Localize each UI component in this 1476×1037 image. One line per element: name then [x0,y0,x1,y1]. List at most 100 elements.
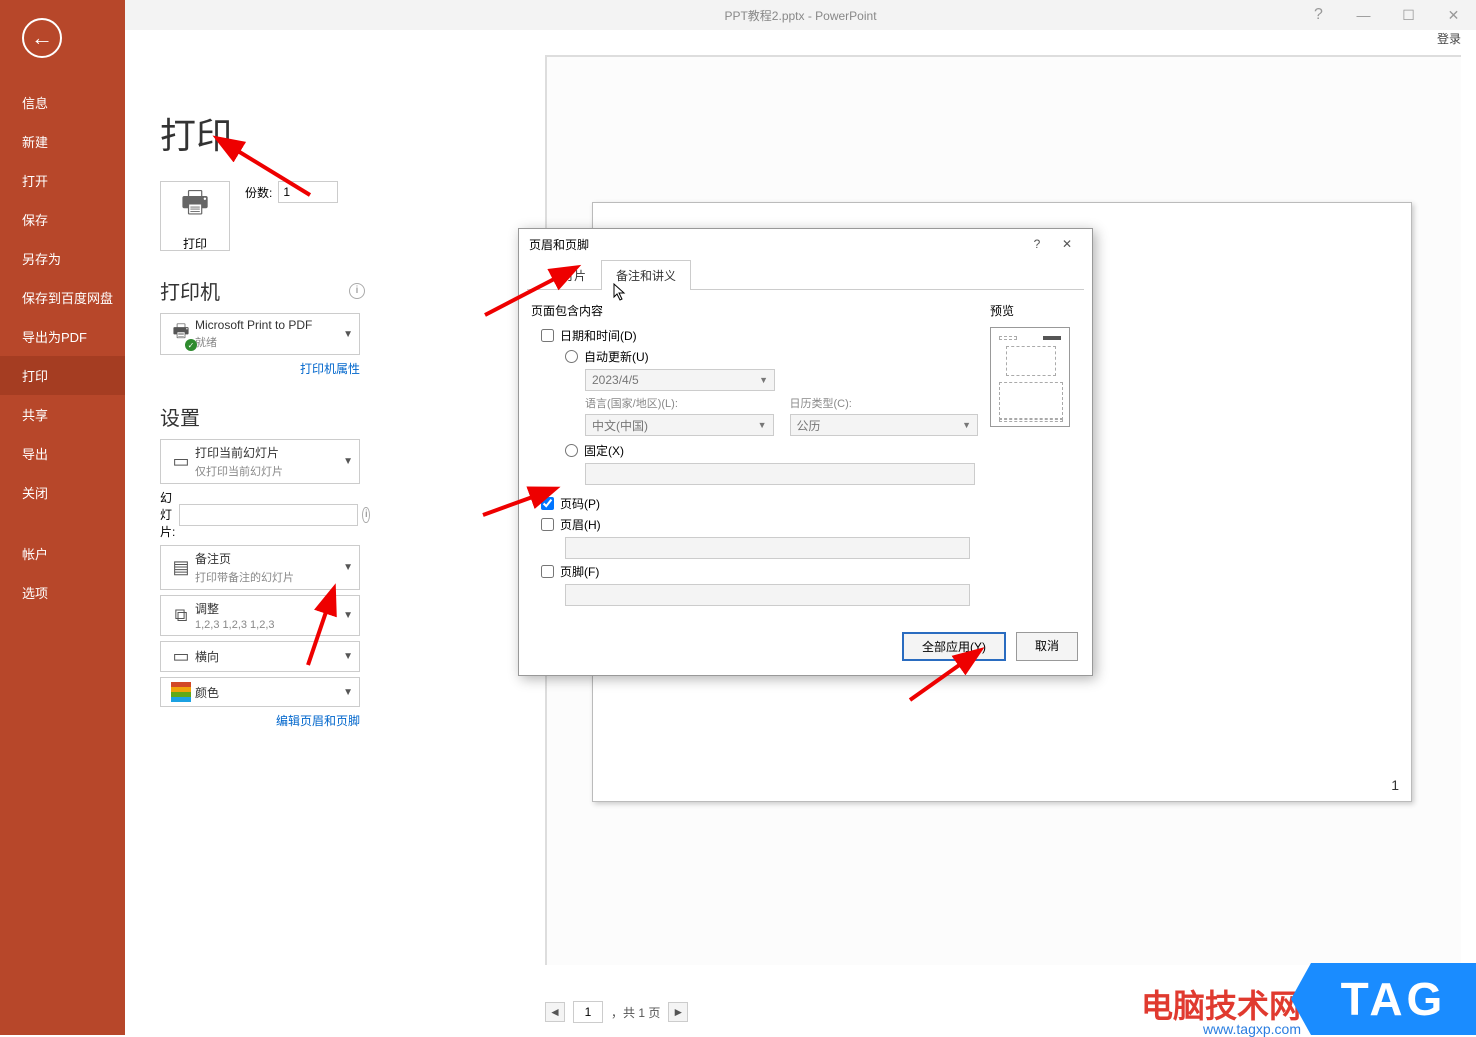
print-button[interactable]: 🖶 打印 [160,181,230,251]
chevron-down-icon: ▼ [343,651,353,662]
fixed-label: 固定(X) [584,442,624,459]
print-range-line1: 打印当前幻灯片 [195,444,343,461]
fixed-radio[interactable] [565,444,578,457]
settings-section-header: 设置 [160,402,365,431]
help-button[interactable]: ? [1296,0,1341,30]
page-number-label: 页码(P) [560,495,600,512]
chevron-down-icon: ▼ [343,687,353,698]
fixed-date-input[interactable] [585,463,975,485]
orientation-dropdown[interactable]: ▭ 横向 ▼ [160,641,360,672]
slides-icon: ▭ [167,451,195,472]
sidebar-item-save[interactable]: 保存 [0,200,125,239]
total-pages-label: ，共 1 页 [611,1004,660,1021]
collate-icon: ⧉ [167,605,195,626]
next-page-button[interactable]: ► [668,1002,688,1022]
printer-section-title: 打印机 [160,276,220,305]
sidebar-item-export[interactable]: 导出 [0,434,125,473]
header-footer-dialog: 页眉和页脚 ? ✕ 幻灯片 备注和讲义 页面包含内容 日期和时间(D) 自动更新… [518,228,1093,676]
back-button[interactable]: ← [22,18,62,58]
datetime-checkbox[interactable] [541,329,554,342]
sidebar-item-print[interactable]: 打印 [0,356,125,395]
layout-line1: 备注页 [195,550,343,567]
notes-page-icon: ▤ [167,557,195,578]
printer-device-icon: 🖶✓ [167,319,195,349]
dialog-title: 页眉和页脚 [529,236,589,253]
slides-input[interactable] [179,504,358,526]
collate-line2: 1,2,3 1,2,3 1,2,3 [195,619,343,631]
color-dropdown[interactable]: 颜色 ▼ [160,677,360,707]
sidebar-item-baidu[interactable]: 保存到百度网盘 [0,278,125,317]
calendar-dropdown[interactable]: 公历 ▼ [790,414,979,436]
layout-line2: 打印带备注的幻灯片 [195,569,343,585]
dialog-close-button[interactable]: ✕ [1052,237,1082,251]
title-bar: PPT教程2.pptx - PowerPoint ? ― ☐ ✕ [125,0,1476,30]
dialog-help-button[interactable]: ? [1022,237,1052,251]
page-number-checkbox[interactable] [541,497,554,510]
tab-slide[interactable]: 幻灯片 [535,260,601,290]
sidebar-item-open[interactable]: 打开 [0,161,125,200]
chevron-down-icon: ▼ [343,329,353,340]
chevron-down-icon: ▼ [343,562,353,573]
collate-dropdown[interactable]: ⧉ 调整 1,2,3 1,2,3 1,2,3 ▼ [160,595,360,636]
close-window-button[interactable]: ✕ [1431,0,1476,30]
calendar-label: 日历类型(C): [790,395,979,411]
group-label: 页面包含内容 [531,302,978,319]
collate-line1: 调整 [195,600,343,617]
preview-label: 预览 [990,302,1080,319]
minimize-button[interactable]: ― [1341,0,1386,30]
language-value: 中文(中国) [592,417,648,434]
sidebar-item-exportpdf[interactable]: 导出为PDF [0,317,125,356]
auto-update-radio[interactable] [565,350,578,363]
copies-label: 份数: [245,184,272,201]
orientation-line1: 横向 [195,648,343,665]
watermark-tag: TAG [1311,963,1476,1035]
footer-label: 页脚(F) [560,563,599,580]
page-navigation: ◄ ，共 1 页 ► [545,1001,688,1023]
current-page-input[interactable] [573,1001,603,1023]
maximize-button[interactable]: ☐ [1386,0,1431,30]
sidebar-item-new[interactable]: 新建 [0,122,125,161]
orientation-icon: ▭ [167,646,195,667]
printer-icon: 🖶 [181,180,209,231]
print-range-line2: 仅打印当前幻灯片 [195,463,343,479]
apply-all-button[interactable]: 全部应用(Y) [902,632,1006,661]
chevron-down-icon: ▼ [758,420,767,430]
slides-label: 幻灯片: [160,489,175,540]
cursor-icon [613,283,629,306]
language-dropdown[interactable]: 中文(中国) ▼ [585,414,774,436]
print-button-label: 打印 [183,235,207,252]
color-icon [167,682,195,702]
copies-input[interactable] [278,181,338,203]
settings-section-title: 设置 [160,402,200,431]
info-icon[interactable]: i [349,283,365,299]
sidebar-item-saveas[interactable]: 另存为 [0,239,125,278]
sidebar-item-info[interactable]: 信息 [0,83,125,122]
edit-header-footer-link[interactable]: 编辑页眉和页脚 [160,712,360,729]
auto-update-label: 自动更新(U) [584,348,649,365]
header-input[interactable] [565,537,970,559]
sidebar-item-close[interactable]: 关闭 [0,473,125,512]
datetime-label: 日期和时间(D) [560,327,637,344]
footer-input[interactable] [565,584,970,606]
preview-page-number: 1 [1391,777,1399,793]
header-checkbox[interactable] [541,518,554,531]
chevron-down-icon: ▼ [759,375,768,385]
chevron-down-icon: ▼ [343,610,353,621]
sidebar-item-share[interactable]: 共享 [0,395,125,434]
layout-dropdown[interactable]: ▤ 备注页 打印带备注的幻灯片 ▼ [160,545,360,590]
info-icon[interactable]: i [362,507,370,523]
printer-status: 就绪 [195,334,343,350]
date-format-dropdown[interactable]: 2023/4/5 ▼ [585,369,775,391]
print-range-dropdown[interactable]: ▭ 打印当前幻灯片 仅打印当前幻灯片 ▼ [160,439,360,484]
login-link[interactable]: 登录 [125,30,1476,52]
window-title: PPT教程2.pptx - PowerPoint [724,7,876,24]
sidebar-item-account[interactable]: 帐户 [0,534,125,573]
cancel-button[interactable]: 取消 [1016,632,1078,661]
prev-page-button[interactable]: ◄ [545,1002,565,1022]
printer-properties-link[interactable]: 打印机属性 [160,360,360,377]
footer-checkbox[interactable] [541,565,554,578]
header-label: 页眉(H) [560,516,601,533]
sidebar-item-options[interactable]: 选项 [0,573,125,612]
printer-dropdown[interactable]: 🖶✓ Microsoft Print to PDF 就绪 ▼ [160,313,360,355]
backstage-sidebar: ← 信息 新建 打开 保存 另存为 保存到百度网盘 导出为PDF 打印 共享 导… [0,0,125,1035]
